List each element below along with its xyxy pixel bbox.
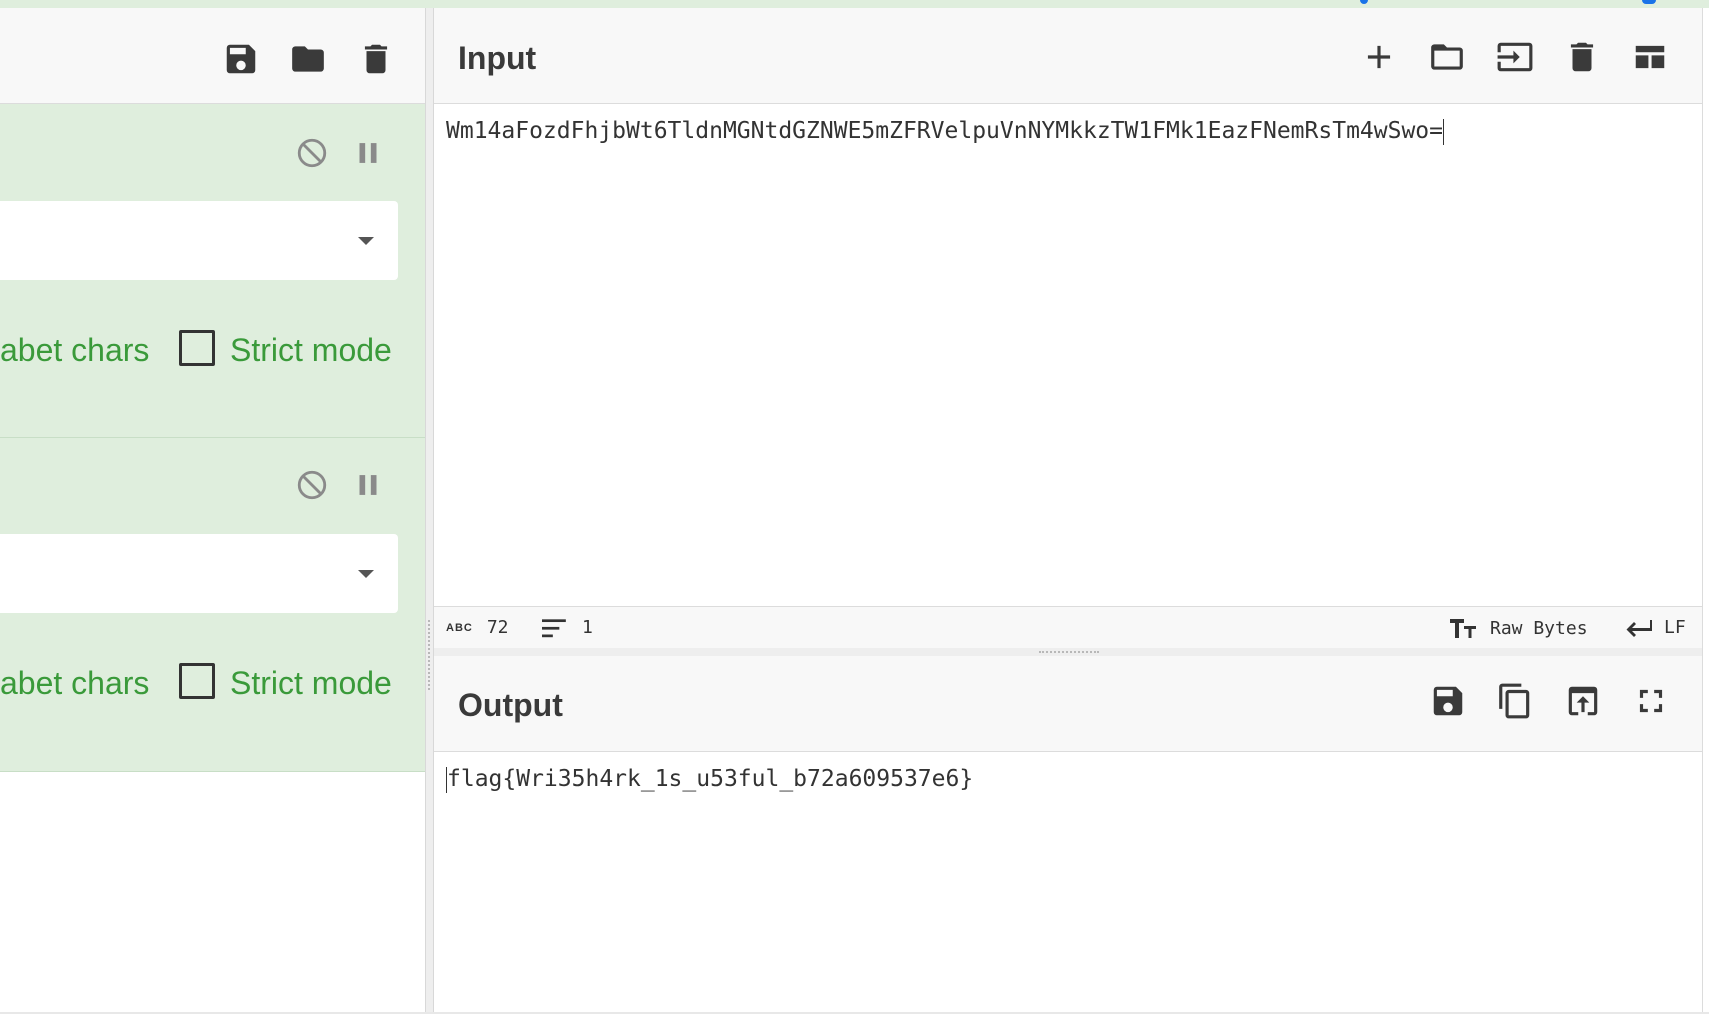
strict-mode-checkbox[interactable] [179, 663, 215, 699]
disable-icon[interactable] [295, 136, 329, 170]
eol-selector[interactable]: LF [1626, 617, 1686, 638]
text-size-icon [1450, 619, 1476, 638]
alphabet-dropdown[interactable] [0, 534, 398, 613]
add-icon[interactable] [1357, 35, 1401, 79]
chevron-down-icon [358, 237, 374, 245]
input-header: Input [434, 8, 1702, 104]
return-icon [1626, 619, 1652, 637]
top-strip [0, 0, 1709, 8]
line-count: 1 [542, 617, 593, 638]
panel-resize-handle[interactable] [425, 8, 434, 1014]
maximize-icon[interactable] [1629, 679, 1673, 723]
strict-mode-label[interactable]: Strict mode [230, 332, 392, 369]
input-textarea[interactable]: Wm14aFozdFhjbWt6TldnMGNtdGZNWE5mZFRVelpu… [434, 104, 1702, 606]
output-textarea[interactable]: flag{Wri35h4rk_1s_u53ful_b72a609537e6} [434, 752, 1702, 1012]
encoding-selector[interactable]: Raw Bytes [1450, 617, 1588, 639]
top-indicator [1642, 0, 1656, 4]
text-cursor [1443, 118, 1444, 145]
input-title: Input [458, 40, 537, 76]
pause-icon[interactable] [351, 468, 385, 502]
import-icon[interactable] [1493, 35, 1537, 79]
folder-icon[interactable] [1425, 35, 1469, 79]
char-count: ABC 72 [446, 617, 509, 638]
right-edge [1702, 8, 1709, 1014]
output-title: Output [458, 687, 563, 723]
lines-icon [542, 618, 566, 637]
recipe-panel: abet chars Strict mode abet chars Strict… [0, 8, 425, 1014]
save-icon[interactable] [219, 37, 263, 81]
remove-non-alphabet-label[interactable]: abet chars [0, 665, 149, 702]
output-text: flag{Wri35h4rk_1s_u53ful_b72a609537e6} [447, 766, 974, 792]
recipe-operation: abet chars Strict mode [0, 104, 425, 438]
copy-icon[interactable] [1493, 679, 1537, 723]
strict-mode-checkbox[interactable] [179, 330, 215, 366]
input-text: Wm14aFozdFhjbWt6TldnMGNtdGZNWE5mZFRVelpu… [446, 118, 1443, 144]
chevron-down-icon [358, 570, 374, 578]
recipe-toolbar [0, 8, 425, 104]
recipe-operation: abet chars Strict mode [0, 438, 425, 772]
pause-icon[interactable] [351, 136, 385, 170]
trash-icon[interactable] [354, 37, 398, 81]
input-status-bar: ABC 72 1 Raw Bytes LF [434, 606, 1702, 650]
disable-icon[interactable] [295, 468, 329, 502]
layout-icon[interactable] [1628, 35, 1672, 79]
strict-mode-label[interactable]: Strict mode [230, 665, 392, 702]
remove-non-alphabet-label[interactable]: abet chars [0, 332, 149, 369]
trash-icon[interactable] [1560, 35, 1604, 79]
char-count-icon: ABC [446, 621, 473, 634]
folder-icon[interactable] [286, 37, 330, 81]
output-header: Output [434, 656, 1702, 752]
io-resize-handle[interactable] [434, 648, 1702, 656]
alphabet-dropdown[interactable] [0, 201, 398, 280]
replace-input-icon[interactable] [1561, 679, 1605, 723]
top-indicator [1360, 0, 1368, 4]
save-icon[interactable] [1426, 679, 1470, 723]
